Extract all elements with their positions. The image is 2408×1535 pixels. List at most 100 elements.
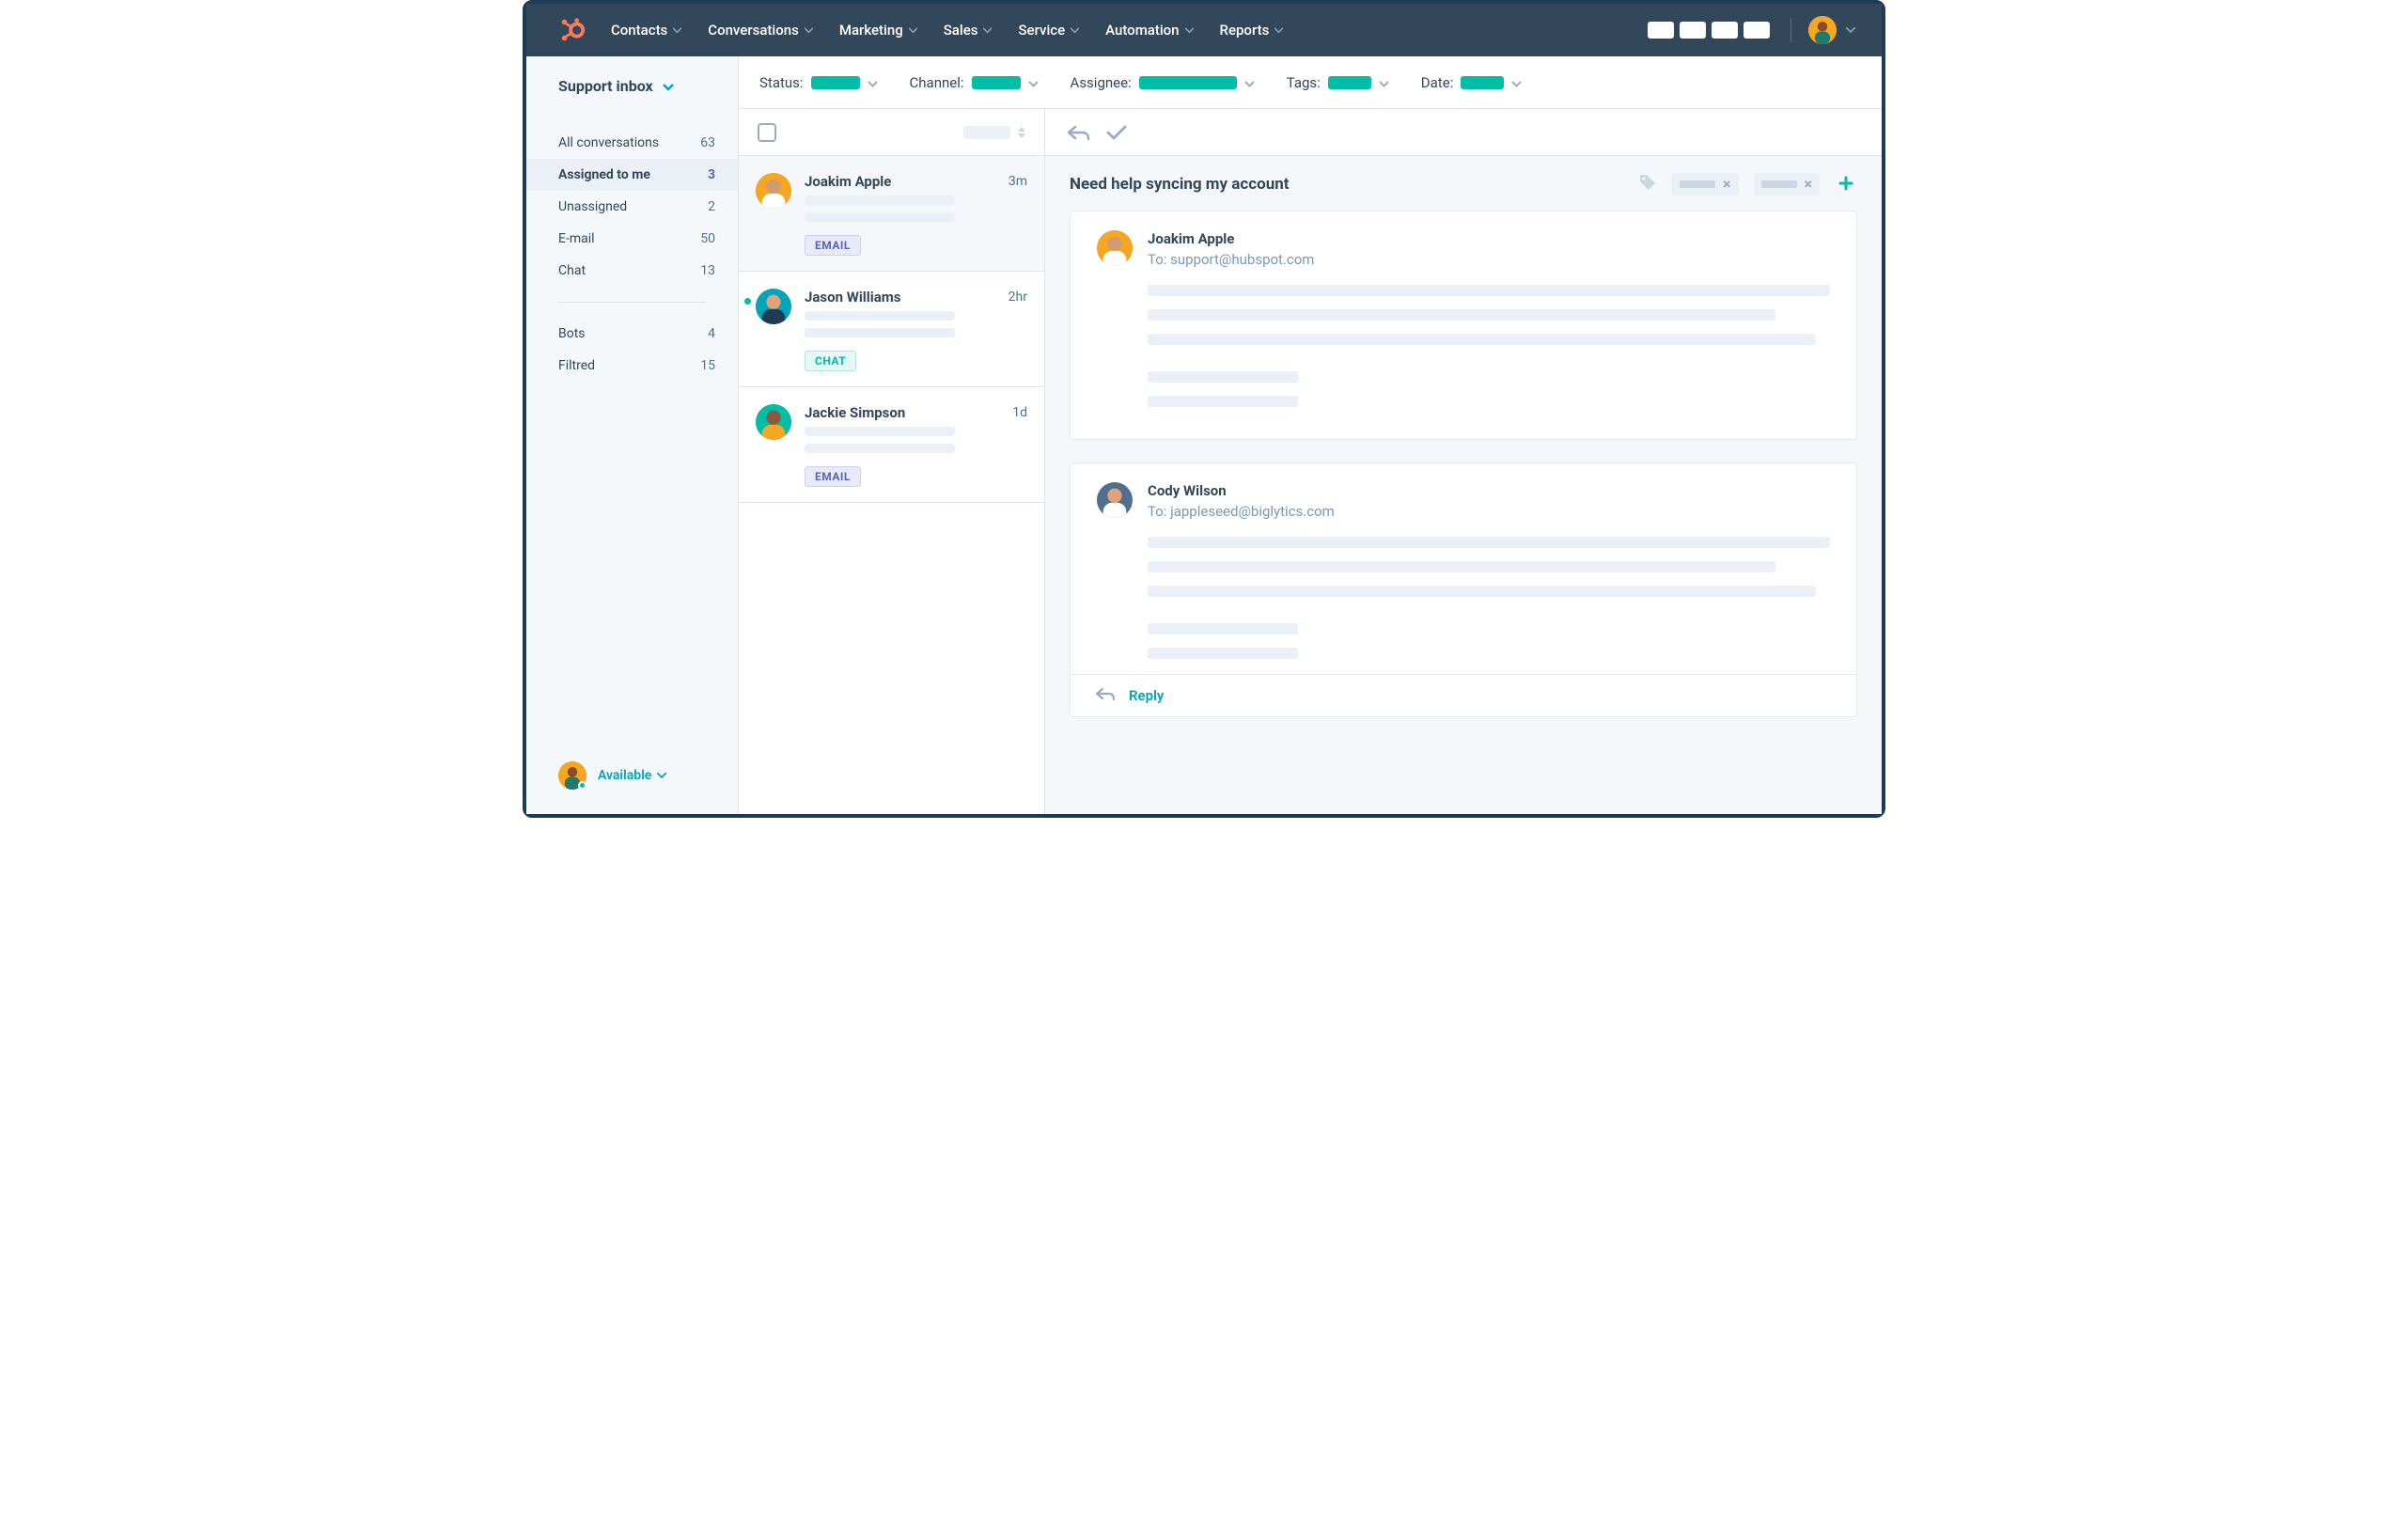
sort-toggle[interactable]	[1018, 127, 1025, 138]
user-menu[interactable]	[1808, 16, 1855, 44]
reply-icon	[1095, 686, 1116, 705]
nav-item-reports[interactable]: Reports	[1220, 22, 1284, 39]
sidebar-item-label: Unassigned	[558, 199, 627, 214]
filter-value-placeholder	[1461, 76, 1504, 89]
sidebar-item[interactable]: Filtred 15	[526, 350, 738, 382]
nav-placeholder-button[interactable]	[1648, 22, 1674, 39]
nav-item-sales[interactable]: Sales	[944, 22, 993, 39]
contact-avatar	[756, 404, 791, 440]
reply-button[interactable]	[1066, 123, 1090, 142]
message-from: Cody Wilson	[1148, 482, 1335, 499]
panes: Joakim Apple 3m EMAIL Jason Williams 2hr…	[739, 156, 1882, 814]
remove-tag-icon[interactable]: ×	[1723, 177, 1731, 192]
tag-icon[interactable]	[1638, 173, 1657, 196]
nav-placeholder-button[interactable]	[1680, 22, 1706, 39]
top-nav: Contacts Conversations Marketing Sales S…	[526, 4, 1882, 56]
select-all-checkbox[interactable]	[758, 123, 776, 142]
unread-indicator-icon	[744, 298, 751, 305]
conversation-time: 2hr	[1009, 290, 1027, 305]
nav-right	[1648, 16, 1855, 44]
message-to: To: jappleseed@biglytics.com	[1148, 503, 1335, 520]
sidebar-item[interactable]: E-mail 50	[526, 223, 738, 255]
mark-done-button[interactable]	[1105, 123, 1128, 142]
nav-items: Contacts Conversations Marketing Sales S…	[611, 22, 1283, 39]
caret-down-icon	[868, 74, 878, 91]
chevron-down-icon	[1274, 26, 1283, 35]
nav-item-service[interactable]: Service	[1018, 22, 1079, 39]
sidebar-item[interactable]: Assigned to me 3	[526, 159, 738, 191]
sidebar-item-label: Assigned to me	[558, 167, 650, 182]
sidebar-item-label: Chat	[558, 263, 586, 278]
sort-label-placeholder	[963, 126, 1010, 139]
chevron-down-icon	[1071, 26, 1079, 35]
add-tag-button[interactable]	[1835, 175, 1857, 194]
filter-value-placeholder	[1139, 76, 1237, 89]
caret-down-icon	[1018, 133, 1025, 138]
nav-divider	[1790, 18, 1791, 42]
reply-button[interactable]: Reply	[1129, 687, 1164, 704]
availability-toggle[interactable]: Available	[598, 768, 666, 783]
chevron-down-icon	[983, 26, 992, 35]
caret-down-icon	[657, 773, 666, 778]
sender-avatar	[1097, 230, 1133, 266]
nav-item-marketing[interactable]: Marketing	[839, 22, 917, 39]
filter-channel[interactable]: Channel:	[910, 74, 1039, 91]
sidebar-item[interactable]: Unassigned 2	[526, 191, 738, 223]
sidebar-footer: Available	[526, 761, 738, 814]
sidebar-item-label: Bots	[558, 326, 586, 341]
contact-avatar	[756, 173, 791, 209]
sidebar-item-count: 13	[700, 263, 715, 278]
contact-avatar	[756, 289, 791, 324]
tag-chip[interactable]: ×	[1672, 173, 1739, 196]
caret-down-icon	[1028, 74, 1039, 91]
conversation-time: 1d	[1012, 405, 1027, 420]
preview-placeholder	[805, 196, 955, 205]
list-toolbar	[739, 109, 1045, 155]
filter-value-placeholder	[972, 76, 1021, 89]
filter-status[interactable]: Status:	[759, 74, 878, 91]
sidebar-item-count: 15	[700, 358, 715, 373]
chevron-down-icon	[1185, 26, 1194, 35]
tag-chip[interactable]: ×	[1754, 173, 1821, 196]
chevron-down-icon	[1846, 27, 1855, 33]
sidebar-item[interactable]: Chat 13	[526, 255, 738, 287]
caret-down-icon	[1379, 74, 1389, 91]
sidebar-item[interactable]: All conversations 63	[526, 127, 738, 159]
caret-down-icon	[1511, 74, 1522, 91]
channel-badge: EMAIL	[805, 235, 861, 256]
sidebar-item-count: 2	[708, 199, 715, 214]
nav-item-automation[interactable]: Automation	[1105, 22, 1193, 39]
nav-item-contacts[interactable]: Contacts	[611, 22, 681, 39]
preview-placeholder	[805, 212, 955, 222]
contact-name: Jason Williams	[805, 289, 900, 305]
filter-date[interactable]: Date:	[1421, 74, 1523, 91]
chevron-down-icon	[805, 26, 813, 35]
nav-placeholder-button[interactable]	[1712, 22, 1738, 39]
status-avatar[interactable]	[558, 761, 586, 790]
preview-placeholder	[805, 311, 955, 321]
message-body	[1148, 285, 1830, 407]
hubspot-logo[interactable]	[558, 16, 586, 44]
sidebar-item-label: All conversations	[558, 135, 659, 150]
conversation-card[interactable]: Jason Williams 2hr CHAT	[739, 272, 1044, 387]
conversation-detail: Need help syncing my account × ×	[1045, 156, 1882, 814]
remove-tag-icon[interactable]: ×	[1805, 177, 1813, 192]
chevron-down-icon	[909, 26, 917, 35]
nav-placeholder-button[interactable]	[1743, 22, 1770, 39]
sender-avatar	[1097, 482, 1133, 518]
conversation-card[interactable]: Joakim Apple 3m EMAIL	[739, 156, 1044, 272]
inbox-selector[interactable]: Support inbox	[526, 77, 738, 95]
caret-up-icon	[1018, 127, 1025, 132]
channel-badge: CHAT	[805, 351, 856, 371]
conversation-subject: Need help syncing my account	[1070, 175, 1623, 194]
sidebar-item-label: Filtred	[558, 358, 595, 373]
sidebar-item-count: 4	[708, 326, 715, 341]
nav-item-conversations[interactable]: Conversations	[708, 22, 813, 39]
filter-assignee[interactable]: Assignee:	[1071, 74, 1255, 91]
filter-tags[interactable]: Tags:	[1287, 74, 1389, 91]
sidebar-item[interactable]: Bots 4	[526, 318, 738, 350]
contact-name: Joakim Apple	[805, 173, 891, 190]
channel-badge: EMAIL	[805, 466, 861, 487]
conversation-card[interactable]: Jackie Simpson 1d EMAIL	[739, 387, 1044, 503]
preview-placeholder	[805, 328, 955, 337]
